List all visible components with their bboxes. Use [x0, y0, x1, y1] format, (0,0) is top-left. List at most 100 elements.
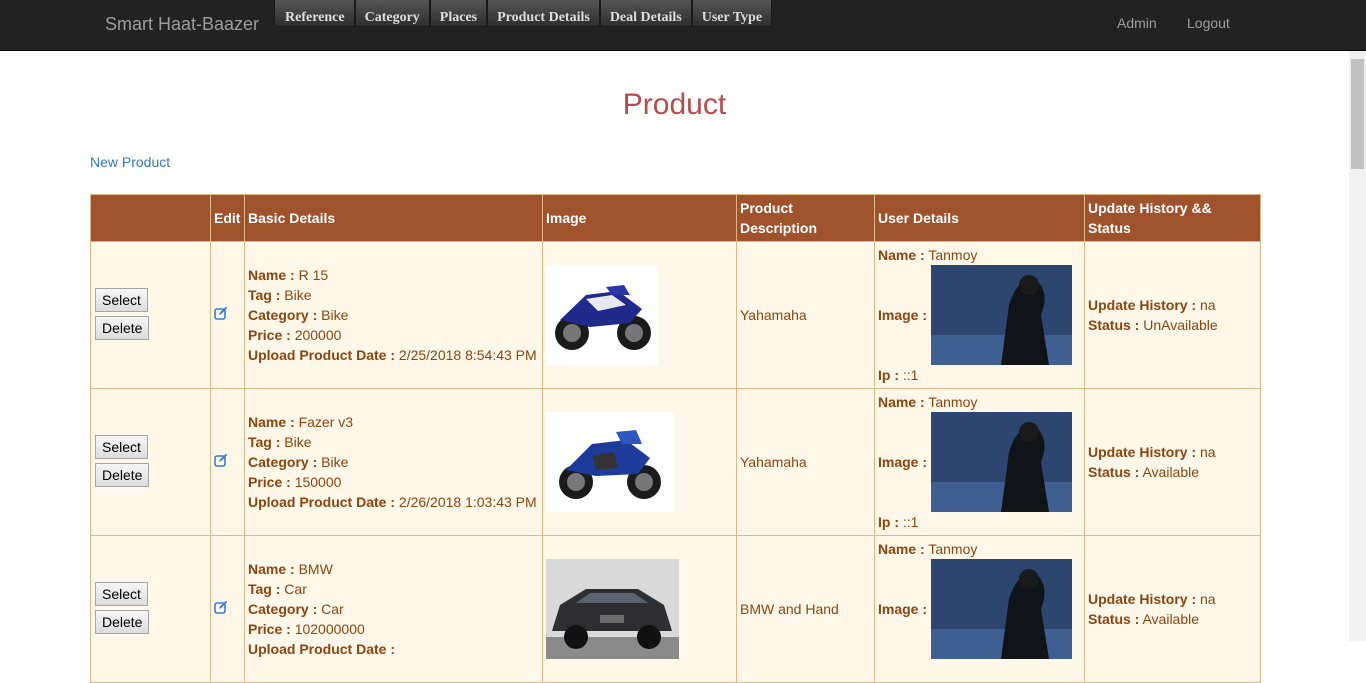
status-value: Available: [1142, 464, 1200, 480]
basic-details-cell: Name : BMW Tag : Car Category : Car Pric…: [244, 535, 543, 683]
update-history: na: [1200, 591, 1216, 607]
upload-date: 2/26/2018 1:03:43 PM: [398, 494, 537, 510]
select-button[interactable]: Select: [95, 288, 148, 312]
delete-button[interactable]: Delete: [95, 316, 150, 340]
product-name: BMW: [298, 561, 333, 577]
image-cell: [542, 241, 737, 389]
category-label: Category :: [248, 307, 318, 323]
status-label: Status :: [1088, 611, 1140, 627]
category-label: Category :: [248, 601, 318, 617]
user-avatar-image: [931, 265, 1073, 365]
product-image-motorbike: [546, 412, 674, 512]
select-button[interactable]: Select: [95, 435, 148, 459]
new-product-link[interactable]: New Product: [90, 154, 170, 170]
status-cell: Update History : na Status : Available: [1084, 388, 1261, 536]
edit-icon[interactable]: [214, 453, 228, 467]
user-image-label: Image :: [878, 601, 928, 617]
user-details-cell: Name : Tanmoy Image : Ip : ::1: [874, 388, 1085, 536]
name-label: Name :: [248, 414, 295, 430]
description-cell: Yahamaha: [736, 241, 875, 389]
user-ip: ::1: [902, 514, 919, 530]
header-image: Image: [542, 194, 737, 242]
user-name-label: Name :: [878, 541, 925, 557]
product-image-car: [546, 559, 679, 659]
user-avatar-image: [931, 559, 1073, 659]
product-tag: Bike: [284, 287, 312, 303]
product-category: Bike: [321, 454, 349, 470]
status-label: Status :: [1088, 464, 1140, 480]
status-cell: Update History : na Status : UnAvailable: [1084, 241, 1261, 389]
delete-button[interactable]: Delete: [95, 610, 150, 634]
menu-user-type[interactable]: User Type: [691, 0, 773, 27]
update-history: na: [1200, 444, 1216, 460]
product-price: 102000000: [294, 621, 365, 637]
main-menu: Reference Category Places Product Detail…: [274, 0, 773, 27]
admin-link[interactable]: Admin: [1117, 15, 1157, 31]
menu-product-details[interactable]: Product Details: [487, 0, 600, 27]
price-label: Price :: [248, 621, 291, 637]
update-history-label: Update History :: [1088, 444, 1197, 460]
user-details-cell: Name : Tanmoy Image : Ip : ::1: [874, 241, 1085, 389]
header-basic-details: Basic Details: [244, 194, 543, 242]
menu-places[interactable]: Places: [429, 0, 488, 27]
name-label: Name :: [248, 561, 295, 577]
product-table: Edit Basic Details Image Product Descrip…: [90, 194, 1261, 683]
user-ip: ::1: [902, 367, 919, 383]
image-cell: [542, 388, 737, 536]
select-button[interactable]: Select: [95, 582, 148, 606]
header-product-description: Product Description: [736, 194, 875, 242]
status-value: Available: [1142, 611, 1200, 627]
update-history-label: Update History :: [1088, 591, 1197, 607]
product-image-motorbike: [546, 265, 658, 365]
header-update-history: Update History && Status: [1084, 194, 1261, 242]
header-actions: [90, 194, 211, 242]
scrollbar-thumb[interactable]: [1351, 59, 1364, 169]
vertical-scrollbar[interactable]: [1349, 51, 1366, 641]
upload-date-label: Upload Product Date :: [248, 347, 396, 363]
user-name: Tanmoy: [928, 247, 978, 263]
name-label: Name :: [248, 267, 295, 283]
user-name: Tanmoy: [928, 394, 978, 410]
table-row: Select Delete Name : R 15 Tag : Bike Cat…: [90, 241, 1261, 389]
logout-link[interactable]: Logout: [1187, 15, 1230, 31]
upload-date-label: Upload Product Date :: [248, 641, 396, 657]
tag-label: Tag :: [248, 434, 281, 450]
brand-logo[interactable]: Smart Haat-Baazer: [105, 14, 259, 34]
user-name-label: Name :: [878, 394, 925, 410]
actions-cell: Select Delete: [90, 388, 211, 536]
status-value: UnAvailable: [1143, 317, 1218, 333]
menu-category[interactable]: Category: [354, 0, 430, 27]
product-tag: Bike: [284, 434, 312, 450]
description-cell: Yahamaha: [736, 388, 875, 536]
ip-label: Ip :: [878, 367, 899, 383]
product-tag: Car: [284, 581, 307, 597]
tag-label: Tag :: [248, 287, 281, 303]
edit-icon[interactable]: [214, 600, 228, 614]
user-image-label: Image :: [878, 454, 928, 470]
menu-deal-details[interactable]: Deal Details: [599, 0, 692, 27]
delete-button[interactable]: Delete: [95, 463, 150, 487]
update-history-label: Update History :: [1088, 297, 1197, 313]
user-name-label: Name :: [878, 247, 925, 263]
actions-cell: Select Delete: [90, 241, 211, 389]
basic-details-cell: Name : R 15 Tag : Bike Category : Bike P…: [244, 241, 543, 389]
header-edit: Edit: [210, 194, 245, 242]
user-details-cell: Name : Tanmoy Image :: [874, 535, 1085, 683]
category-label: Category :: [248, 454, 318, 470]
update-history: na: [1200, 297, 1216, 313]
table-header-row: Edit Basic Details Image Product Descrip…: [90, 194, 1261, 242]
top-navbar: Smart Haat-Baazer Reference Category Pla…: [0, 0, 1366, 51]
ip-label: Ip :: [878, 514, 899, 530]
product-category: Bike: [321, 307, 349, 323]
actions-cell: Select Delete: [90, 535, 211, 683]
menu-reference[interactable]: Reference: [274, 0, 355, 27]
page-title: Product: [622, 88, 727, 121]
tag-label: Tag :: [248, 581, 281, 597]
price-label: Price :: [248, 327, 291, 343]
description-cell: BMW and Hand: [736, 535, 875, 683]
product-category: Car: [321, 601, 344, 617]
image-cell: [542, 535, 737, 683]
edit-cell: [210, 535, 245, 683]
edit-icon[interactable]: [214, 306, 228, 320]
user-avatar-image: [931, 412, 1073, 512]
